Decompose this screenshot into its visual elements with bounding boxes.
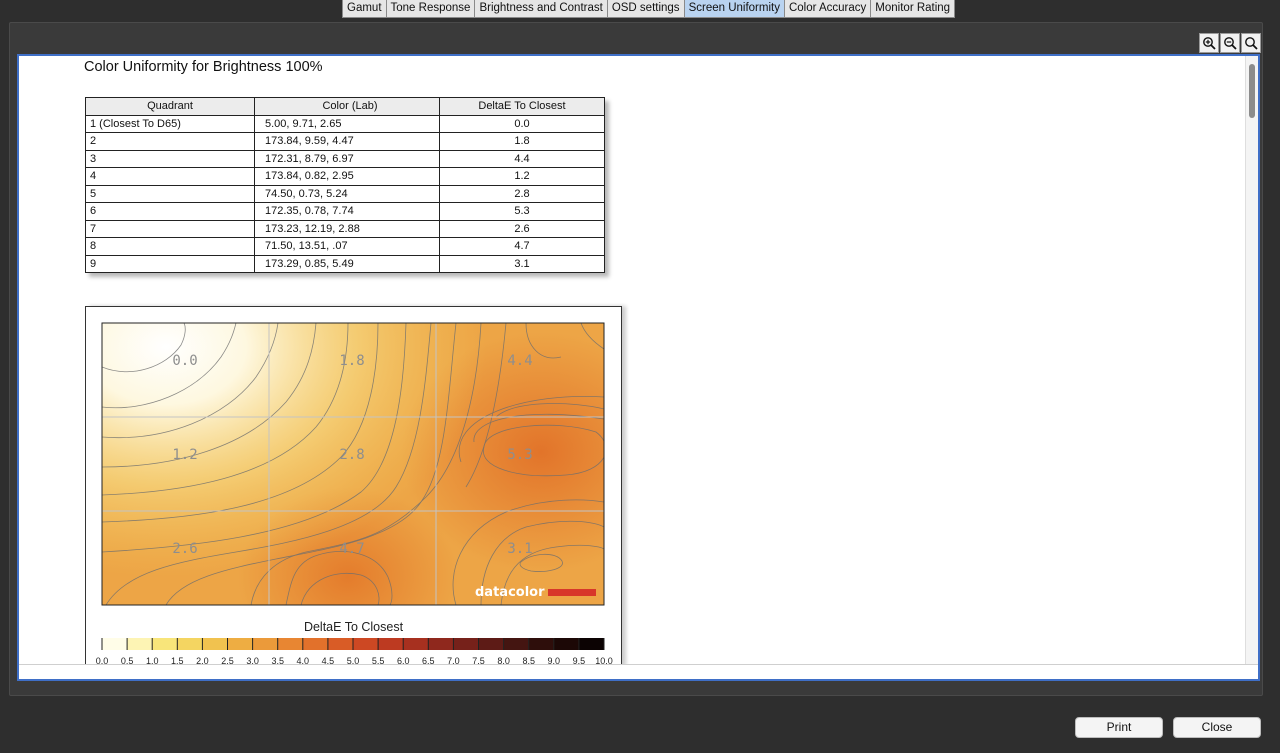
zoom-controls: [1199, 33, 1261, 53]
table-row: 3 172.31, 8.79, 6.97 4.4: [85, 149, 605, 168]
scale-swatch: [327, 638, 354, 650]
scale-swatch: [528, 638, 555, 650]
quadrant-value: 4.7: [339, 541, 364, 557]
cell-color-lab: 74.50, 0.73, 5.24: [254, 184, 440, 203]
zoom-in-icon: [1203, 37, 1216, 50]
table-row: 1 (Closest To D65) 5.00, 9.71, 2.65 0.0: [85, 114, 605, 133]
cell-color-lab: 173.84, 9.59, 4.47: [254, 132, 440, 151]
cell-color-lab: 5.00, 9.71, 2.65: [254, 114, 440, 133]
cell-color-lab: 172.35, 0.78, 7.74: [254, 202, 440, 221]
scale-swatch: [277, 638, 304, 650]
scale-swatch: [453, 638, 479, 650]
column-header-color-lab: Color (Lab): [254, 97, 440, 116]
table-row: 4 173.84, 0.82, 2.95 1.2: [85, 167, 605, 186]
uniformity-chart: 0.0 1.8 4.4 1.2 2.8 5.3 2.6 4.7 3.1 data…: [85, 306, 622, 667]
cell-deltae: 4.7: [439, 237, 605, 256]
cell-quadrant: 9: [85, 254, 255, 273]
table-row: 8 71.50, 13.51, .07 4.7: [85, 237, 605, 256]
heatmap-area: 0.0 1.8 4.4 1.2 2.8 5.3 2.6 4.7 3.1 data…: [102, 323, 604, 605]
scale-swatch: [302, 638, 329, 650]
scale-swatch: [177, 638, 203, 650]
quadrant-value: 1.2: [172, 447, 197, 463]
scale-swatch: [403, 638, 429, 650]
cell-deltae: 2.8: [439, 184, 605, 203]
tab-screen-uniformity[interactable]: Screen Uniformity: [684, 0, 785, 17]
cell-deltae: 3.1: [439, 254, 605, 273]
tab-osd-settings[interactable]: OSD settings: [607, 0, 685, 17]
vertical-scrollbar[interactable]: [1245, 56, 1258, 665]
cell-color-lab: 173.29, 0.85, 5.49: [254, 254, 440, 273]
quadrant-value: 2.6: [172, 541, 197, 557]
cell-color-lab: 173.23, 12.19, 2.88: [254, 219, 440, 238]
zoom-out-icon: [1224, 37, 1237, 50]
cell-deltae: 2.6: [439, 219, 605, 238]
scale-swatch: [202, 638, 228, 650]
scale-swatch: [353, 638, 379, 650]
cell-quadrant: 8: [85, 237, 255, 256]
quadrant-value: 0.0: [172, 353, 197, 369]
table-header-row: Quadrant Color (Lab) DeltaE To Closest: [85, 97, 605, 116]
quadrant-value: 1.8: [339, 353, 364, 369]
cell-color-lab: 71.50, 13.51, .07: [254, 237, 440, 256]
quadrant-value: 5.3: [507, 447, 532, 463]
scale-swatch: [553, 638, 580, 650]
scale-swatch: [152, 638, 178, 650]
cell-quadrant: 2: [85, 132, 255, 151]
tab-bar: Gamut Tone Response Brightness and Contr…: [342, 0, 956, 18]
scale-swatch: [227, 638, 254, 650]
zoom-fit-button[interactable]: [1241, 33, 1261, 53]
close-button[interactable]: Close: [1173, 717, 1261, 738]
table-row: 9 173.29, 0.85, 5.49 3.1: [85, 254, 605, 273]
cell-deltae: 5.3: [439, 202, 605, 221]
scale-swatch: [378, 638, 404, 650]
tab-brightness-contrast[interactable]: Brightness and Contrast: [475, 0, 608, 17]
zoom-fit-icon: [1245, 37, 1258, 50]
uniformity-table: Quadrant Color (Lab) DeltaE To Closest 1…: [85, 97, 605, 273]
uniformity-map: 0.0 1.8 4.4 1.2 2.8 5.3 2.6 4.7 3.1 data…: [101, 322, 605, 606]
zoom-out-button[interactable]: [1220, 33, 1240, 53]
scale-swatch: [503, 638, 530, 650]
scale-label: DeltaE To Closest: [303, 620, 404, 634]
cell-quadrant: 4: [85, 167, 255, 186]
cell-quadrant: 6: [85, 202, 255, 221]
quadrant-value: 3.1: [507, 541, 532, 557]
print-button[interactable]: Print: [1075, 717, 1163, 738]
cell-quadrant: 1 (Closest To D65): [85, 114, 255, 133]
table-row: 7 173.23, 12.19, 2.88 2.6: [85, 219, 605, 238]
horizontal-scrollbar[interactable]: [19, 664, 1258, 679]
cell-deltae: 1.8: [439, 132, 605, 151]
quadrant-value: 4.4: [507, 353, 532, 369]
table-row: 2 173.84, 9.59, 4.47 1.8: [85, 132, 605, 151]
tab-color-accuracy[interactable]: Color Accuracy: [784, 0, 872, 17]
scale-swatch: [428, 638, 454, 650]
report-page: Color Uniformity for Brightness 100% Qua…: [19, 56, 1248, 667]
tab-monitor-rating[interactable]: Monitor Rating: [871, 0, 955, 17]
cell-quadrant: 7: [85, 219, 255, 238]
cell-deltae: 0.0: [439, 114, 605, 133]
logo-text: datacolor: [475, 585, 545, 600]
scale-swatch: [127, 638, 153, 650]
scale-swatch: [578, 638, 605, 650]
table-row: 5 74.50, 0.73, 5.24 2.8: [85, 184, 605, 203]
table-row: 6 172.35, 0.78, 7.74 5.3: [85, 202, 605, 221]
scrollbar-thumb[interactable]: [1249, 64, 1255, 118]
cell-deltae: 4.4: [439, 149, 605, 168]
cell-deltae: 1.2: [439, 167, 605, 186]
report-viewer[interactable]: Color Uniformity for Brightness 100% Qua…: [17, 54, 1260, 681]
column-header-deltae: DeltaE To Closest: [439, 97, 605, 116]
report-title: Color Uniformity for Brightness 100%: [84, 59, 323, 75]
scale-swatch: [102, 638, 128, 650]
cell-quadrant: 5: [85, 184, 255, 203]
cell-color-lab: 172.31, 8.79, 6.97: [254, 149, 440, 168]
tab-gamut[interactable]: Gamut: [343, 0, 387, 17]
cell-color-lab: 173.84, 0.82, 2.95: [254, 167, 440, 186]
cell-quadrant: 3: [85, 149, 255, 168]
zoom-in-button[interactable]: [1199, 33, 1219, 53]
quadrant-value: 2.8: [339, 447, 364, 463]
scale-swatch: [252, 638, 279, 650]
logo-bar: [548, 589, 596, 596]
tab-tone-response[interactable]: Tone Response: [386, 0, 476, 17]
scale-swatch: [478, 638, 505, 650]
column-header-quadrant: Quadrant: [85, 97, 255, 116]
